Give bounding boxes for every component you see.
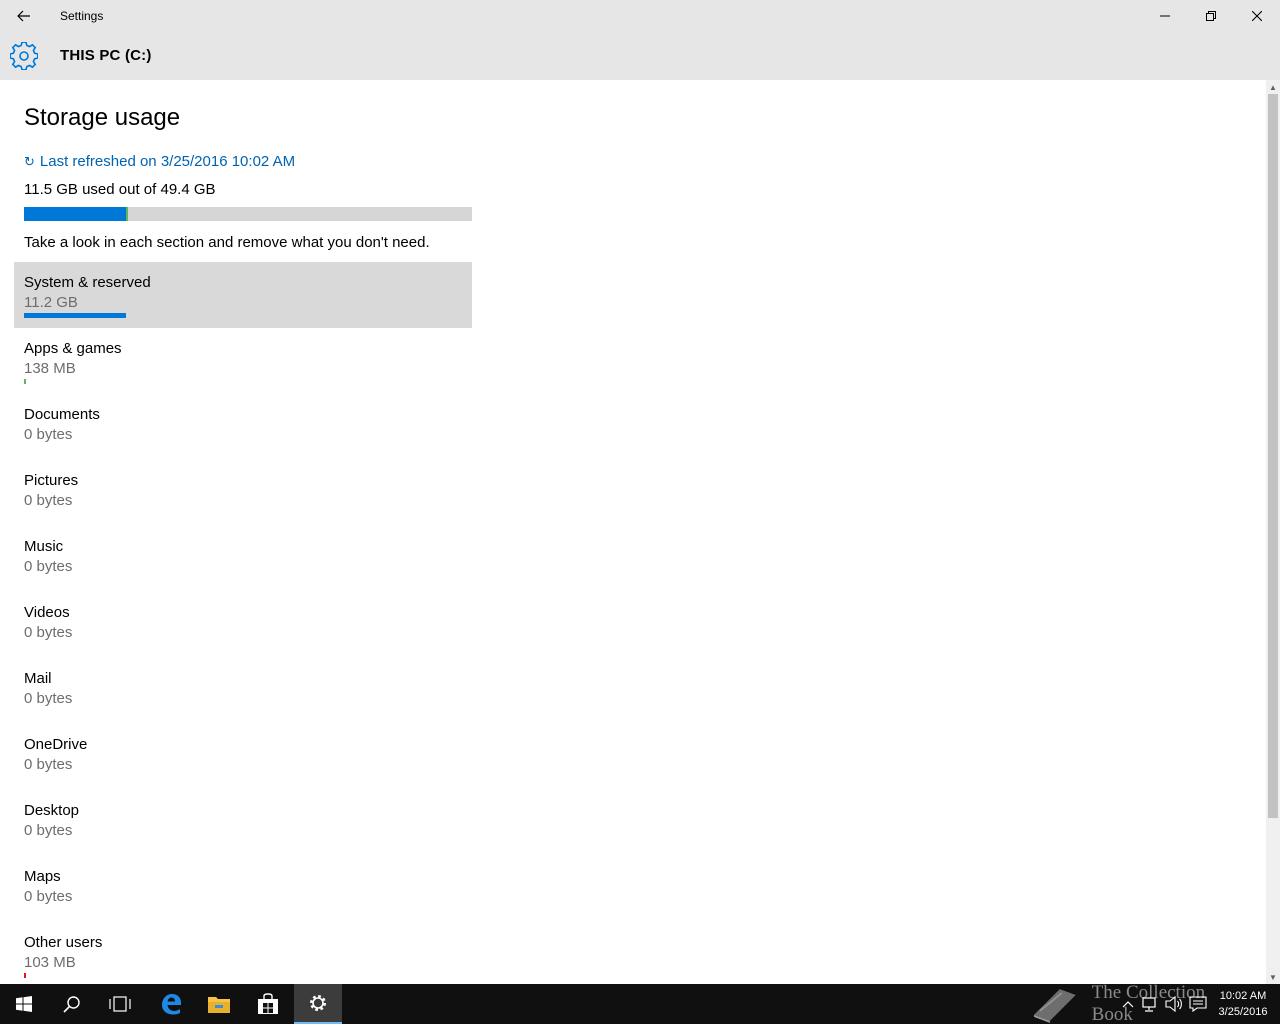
close-button[interactable] — [1234, 0, 1280, 32]
refresh-text: Last refreshed on 3/25/2016 10:02 AM — [39, 153, 296, 170]
settings-taskbar-button[interactable] — [294, 984, 342, 1024]
category-row[interactable]: Other users 103 MB — [14, 922, 472, 984]
category-name: Mail — [24, 670, 52, 687]
category-row[interactable]: Desktop 0 bytes — [14, 790, 472, 856]
category-name: Videos — [24, 604, 70, 621]
page-header-title: THIS PC (C:) — [60, 47, 152, 64]
volume-icon — [1165, 996, 1182, 1012]
category-name: Music — [24, 538, 64, 555]
category-name: Apps & games — [24, 340, 122, 357]
show-hidden-icons[interactable] — [1118, 994, 1138, 1014]
store-icon — [258, 993, 278, 1014]
settings-icon — [310, 995, 326, 1011]
restore-button[interactable] — [1188, 0, 1234, 32]
network-tray[interactable] — [1140, 994, 1160, 1014]
category-name: Documents — [24, 406, 100, 423]
category-size: 0 bytes — [24, 822, 73, 839]
category-row[interactable]: Pictures 0 bytes — [14, 460, 472, 526]
page-title: Storage usage — [24, 104, 181, 131]
start-button[interactable] — [0, 984, 48, 1024]
category-usage-bar — [24, 973, 26, 978]
scrollbar-thumb[interactable] — [1268, 94, 1278, 818]
category-size: 0 bytes — [24, 888, 73, 905]
category-row[interactable]: Maps 0 bytes — [14, 856, 472, 922]
category-name: Maps — [24, 868, 61, 885]
restore-icon — [1206, 11, 1216, 21]
task-view-icon — [109, 996, 131, 1012]
category-row[interactable]: Videos 0 bytes — [14, 592, 472, 658]
scroll-up-icon[interactable]: ▲ — [1266, 80, 1280, 94]
windows-start-icon — [16, 996, 32, 1012]
usage-summary: 11.5 GB used out of 49.4 GB — [24, 181, 216, 198]
file-explorer-icon — [208, 997, 230, 1013]
category-usage-bar — [24, 313, 126, 318]
category-name: Other users — [24, 934, 103, 951]
category-usage-bar — [24, 379, 26, 384]
category-size: 0 bytes — [24, 690, 73, 707]
window-title: Settings — [60, 9, 104, 23]
back-button[interactable] — [8, 0, 40, 32]
search-button[interactable] — [48, 984, 96, 1024]
category-name: OneDrive — [24, 736, 88, 753]
task-view-button[interactable] — [96, 984, 144, 1024]
title-bar: Settings — [0, 0, 1280, 32]
scroll-down-icon[interactable]: ▼ — [1266, 970, 1280, 984]
store-button[interactable] — [244, 984, 292, 1024]
refresh-icon: ↻ — [24, 153, 35, 169]
search-icon — [63, 996, 80, 1013]
category-row[interactable]: System & reserved 11.2 GB — [14, 262, 472, 328]
back-arrow-icon — [17, 10, 30, 22]
minimize-icon — [1160, 15, 1170, 17]
chevron-up-icon — [1122, 1001, 1134, 1008]
gear-icon — [10, 42, 38, 70]
category-size: 0 bytes — [24, 756, 73, 773]
network-icon — [1142, 997, 1156, 1012]
minimize-button[interactable] — [1142, 0, 1188, 32]
action-center-icon — [1189, 996, 1207, 1012]
category-size: 138 MB — [24, 360, 76, 377]
taskbar-clock[interactable]: 10:02 AM 3/25/2016 — [1208, 988, 1278, 1020]
category-row[interactable]: Music 0 bytes — [14, 526, 472, 592]
category-size: 0 bytes — [24, 426, 73, 443]
category-row[interactable]: Apps & games 138 MB — [14, 328, 472, 394]
book-icon — [1033, 989, 1076, 1023]
hint-text: Take a look in each section and remove w… — [24, 234, 430, 251]
category-size: 0 bytes — [24, 492, 73, 509]
refresh-link[interactable]: ↻ Last refreshed on 3/25/2016 10:02 AM — [24, 153, 295, 170]
category-name: Desktop — [24, 802, 80, 819]
edge-icon — [162, 994, 181, 1015]
scrollbar[interactable]: ▲ ▼ — [1266, 80, 1280, 984]
category-size: 103 MB — [24, 954, 76, 971]
file-explorer-button[interactable] — [195, 984, 243, 1024]
clock-date: 3/25/2016 — [1218, 1006, 1268, 1018]
category-row[interactable]: Mail 0 bytes — [14, 658, 472, 724]
edge-button[interactable] — [147, 984, 195, 1024]
storage-content: Storage usage ↻ Last refreshed on 3/25/2… — [0, 80, 1266, 984]
category-size: 11.2 GB — [24, 294, 78, 311]
taskbar: The Collection Book 10:02 AM 3/25/2016 — [0, 982, 1280, 1024]
usage-bar-apps-segment — [126, 207, 128, 221]
usage-bar-fill — [24, 207, 126, 221]
category-row[interactable]: OneDrive 0 bytes — [14, 724, 472, 790]
close-icon — [1252, 11, 1262, 21]
settings-header: THIS PC (C:) — [0, 32, 1280, 80]
usage-bar — [24, 207, 472, 221]
category-name: Pictures — [24, 472, 79, 489]
category-row[interactable]: Documents 0 bytes — [14, 394, 472, 460]
volume-tray[interactable] — [1164, 994, 1184, 1014]
category-size: 0 bytes — [24, 624, 73, 641]
clock-time: 10:02 AM — [1219, 990, 1267, 1002]
action-center-tray[interactable] — [1188, 994, 1208, 1014]
category-name: System & reserved — [24, 274, 151, 291]
category-size: 0 bytes — [24, 558, 73, 575]
